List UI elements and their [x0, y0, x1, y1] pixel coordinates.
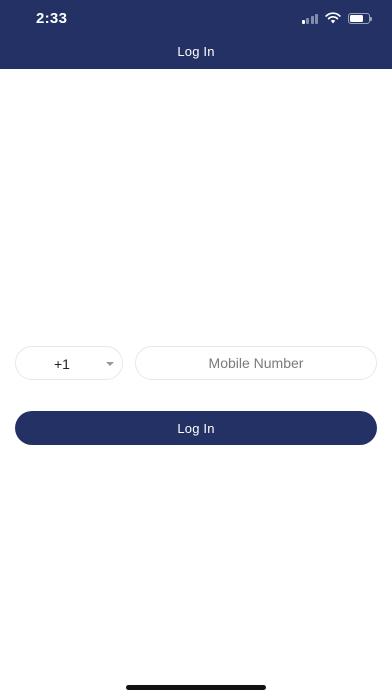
- app-header: 2:33 Log In: [0, 0, 392, 69]
- wifi-icon: [325, 12, 341, 24]
- country-code-value: +1: [54, 356, 70, 372]
- page-title: Log In: [177, 44, 215, 59]
- login-button[interactable]: Log In: [15, 411, 377, 445]
- battery-icon: [348, 12, 372, 24]
- phone-form-row: +1: [15, 346, 377, 380]
- chevron-down-icon: [106, 362, 114, 366]
- status-bar: 2:33: [0, 0, 392, 40]
- home-indicator: [126, 685, 266, 690]
- country-code-select[interactable]: +1: [15, 346, 123, 380]
- status-time: 2:33: [36, 10, 68, 27]
- mobile-number-input[interactable]: [135, 346, 377, 380]
- status-icons: [301, 12, 372, 24]
- login-screen: 2:33 Log In +1 Log In: [0, 0, 392, 696]
- signal-icon: [301, 13, 318, 24]
